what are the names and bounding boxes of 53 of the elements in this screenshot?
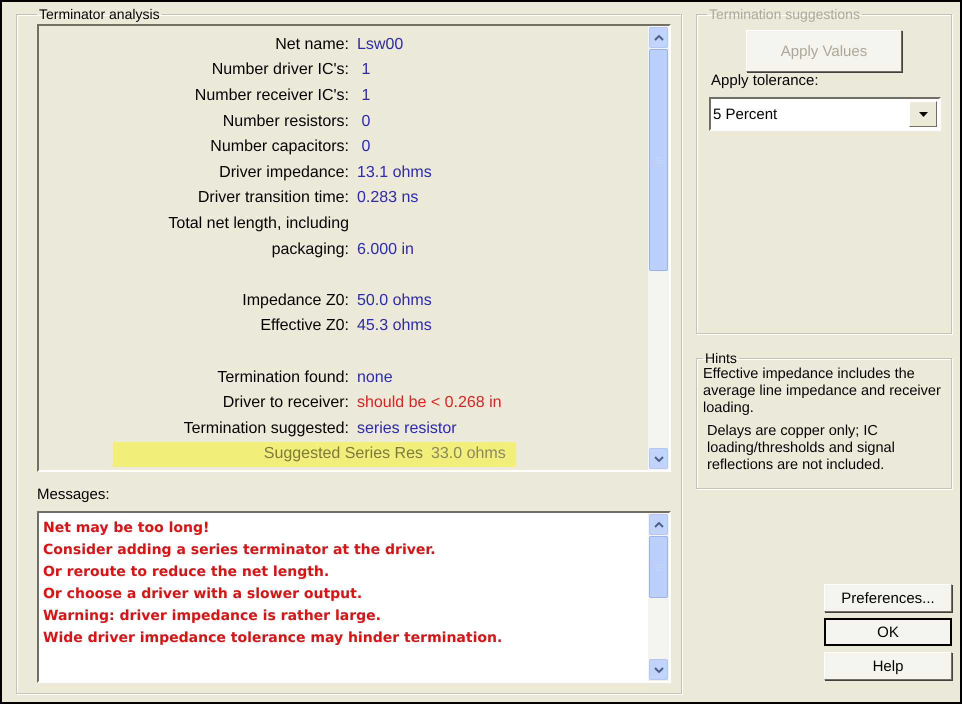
tolerance-label: Apply tolerance: — [711, 72, 820, 89]
field-label: Number receiver IC's: — [194, 86, 349, 105]
field-label: Total net length, including — [167, 214, 349, 233]
scroll-up-icon[interactable] — [649, 27, 668, 48]
scrollbar[interactable] — [648, 26, 669, 470]
field-label: Driver impedance: — [218, 164, 349, 182]
message-line: Or choose a driver with a slower output. — [43, 585, 364, 604]
message-line: Or reroute to reduce the net length. — [43, 563, 330, 582]
field-value: series resistor — [357, 420, 457, 438]
field-label: Number resistors: — [222, 112, 349, 131]
field-value: 1 — [360, 86, 370, 105]
field-value: 50.0 ohms — [357, 292, 432, 310]
message-line: Warning: driver impedance is rather large. — [43, 607, 382, 626]
field-value: 0.283 ns — [357, 189, 418, 208]
field-label: Number capacitors: — [209, 138, 349, 156]
scroll-thumb[interactable] — [649, 536, 668, 598]
scroll-up-icon[interactable] — [649, 514, 668, 535]
field-label: Driver transition time: — [196, 189, 349, 208]
message-line: Net may be too long! — [43, 519, 210, 538]
scroll-down-icon[interactable] — [649, 448, 668, 469]
field-label: Net name: — [274, 36, 349, 54]
message-line: Wide driver impedance tolerance may hinder termination. — [43, 629, 504, 648]
field-value: none — [357, 368, 393, 387]
field-label: Suggested Series Res — [262, 445, 423, 464]
field-value: 13.1 ohms — [357, 164, 432, 182]
field-label: Termination found: — [216, 368, 349, 387]
dialog-button[interactable]: Preferences... — [824, 584, 952, 612]
scroll-thumb[interactable] — [649, 49, 668, 271]
group-title: Hints — [704, 350, 738, 366]
field-value: 6.000 in — [357, 240, 414, 259]
field-label: Effective Z0: — [259, 317, 349, 336]
field-value: 45.3 ohms — [357, 317, 432, 336]
hint-text: Effective impedance includes the average line impedance and receiver loading. — [703, 366, 942, 417]
dialog-button[interactable]: OK — [824, 618, 952, 646]
hint-text: Delays are copper only; IC loading/thresholds and signal reflections are not included. — [706, 423, 896, 474]
field-value: Lsw00 — [357, 36, 404, 54]
field-value: 33.0 ohms — [431, 445, 506, 464]
field-label: Driver to receiver: — [222, 394, 349, 412]
group-title: Termination suggestions — [708, 6, 861, 22]
field-value: 0 — [360, 138, 370, 156]
field-value: 1 — [360, 61, 370, 80]
field-label: Termination suggested: — [182, 420, 349, 438]
message-line: Consider adding a series terminator at the driver. — [43, 541, 437, 560]
dialog-button[interactable]: Help — [824, 652, 952, 680]
field-label: Number driver IC's: — [210, 61, 349, 80]
scroll-down-icon[interactable] — [649, 659, 668, 680]
group-title: Terminator analysis — [38, 6, 161, 22]
field-label: Impedance Z0: — [241, 292, 349, 310]
messages-label: Messages: — [37, 486, 111, 503]
field-value: 0 — [360, 112, 370, 131]
scrollbar[interactable] — [648, 513, 669, 681]
field-value: should be < 0.268 in — [357, 394, 502, 412]
field-label: packaging: — [270, 240, 349, 259]
